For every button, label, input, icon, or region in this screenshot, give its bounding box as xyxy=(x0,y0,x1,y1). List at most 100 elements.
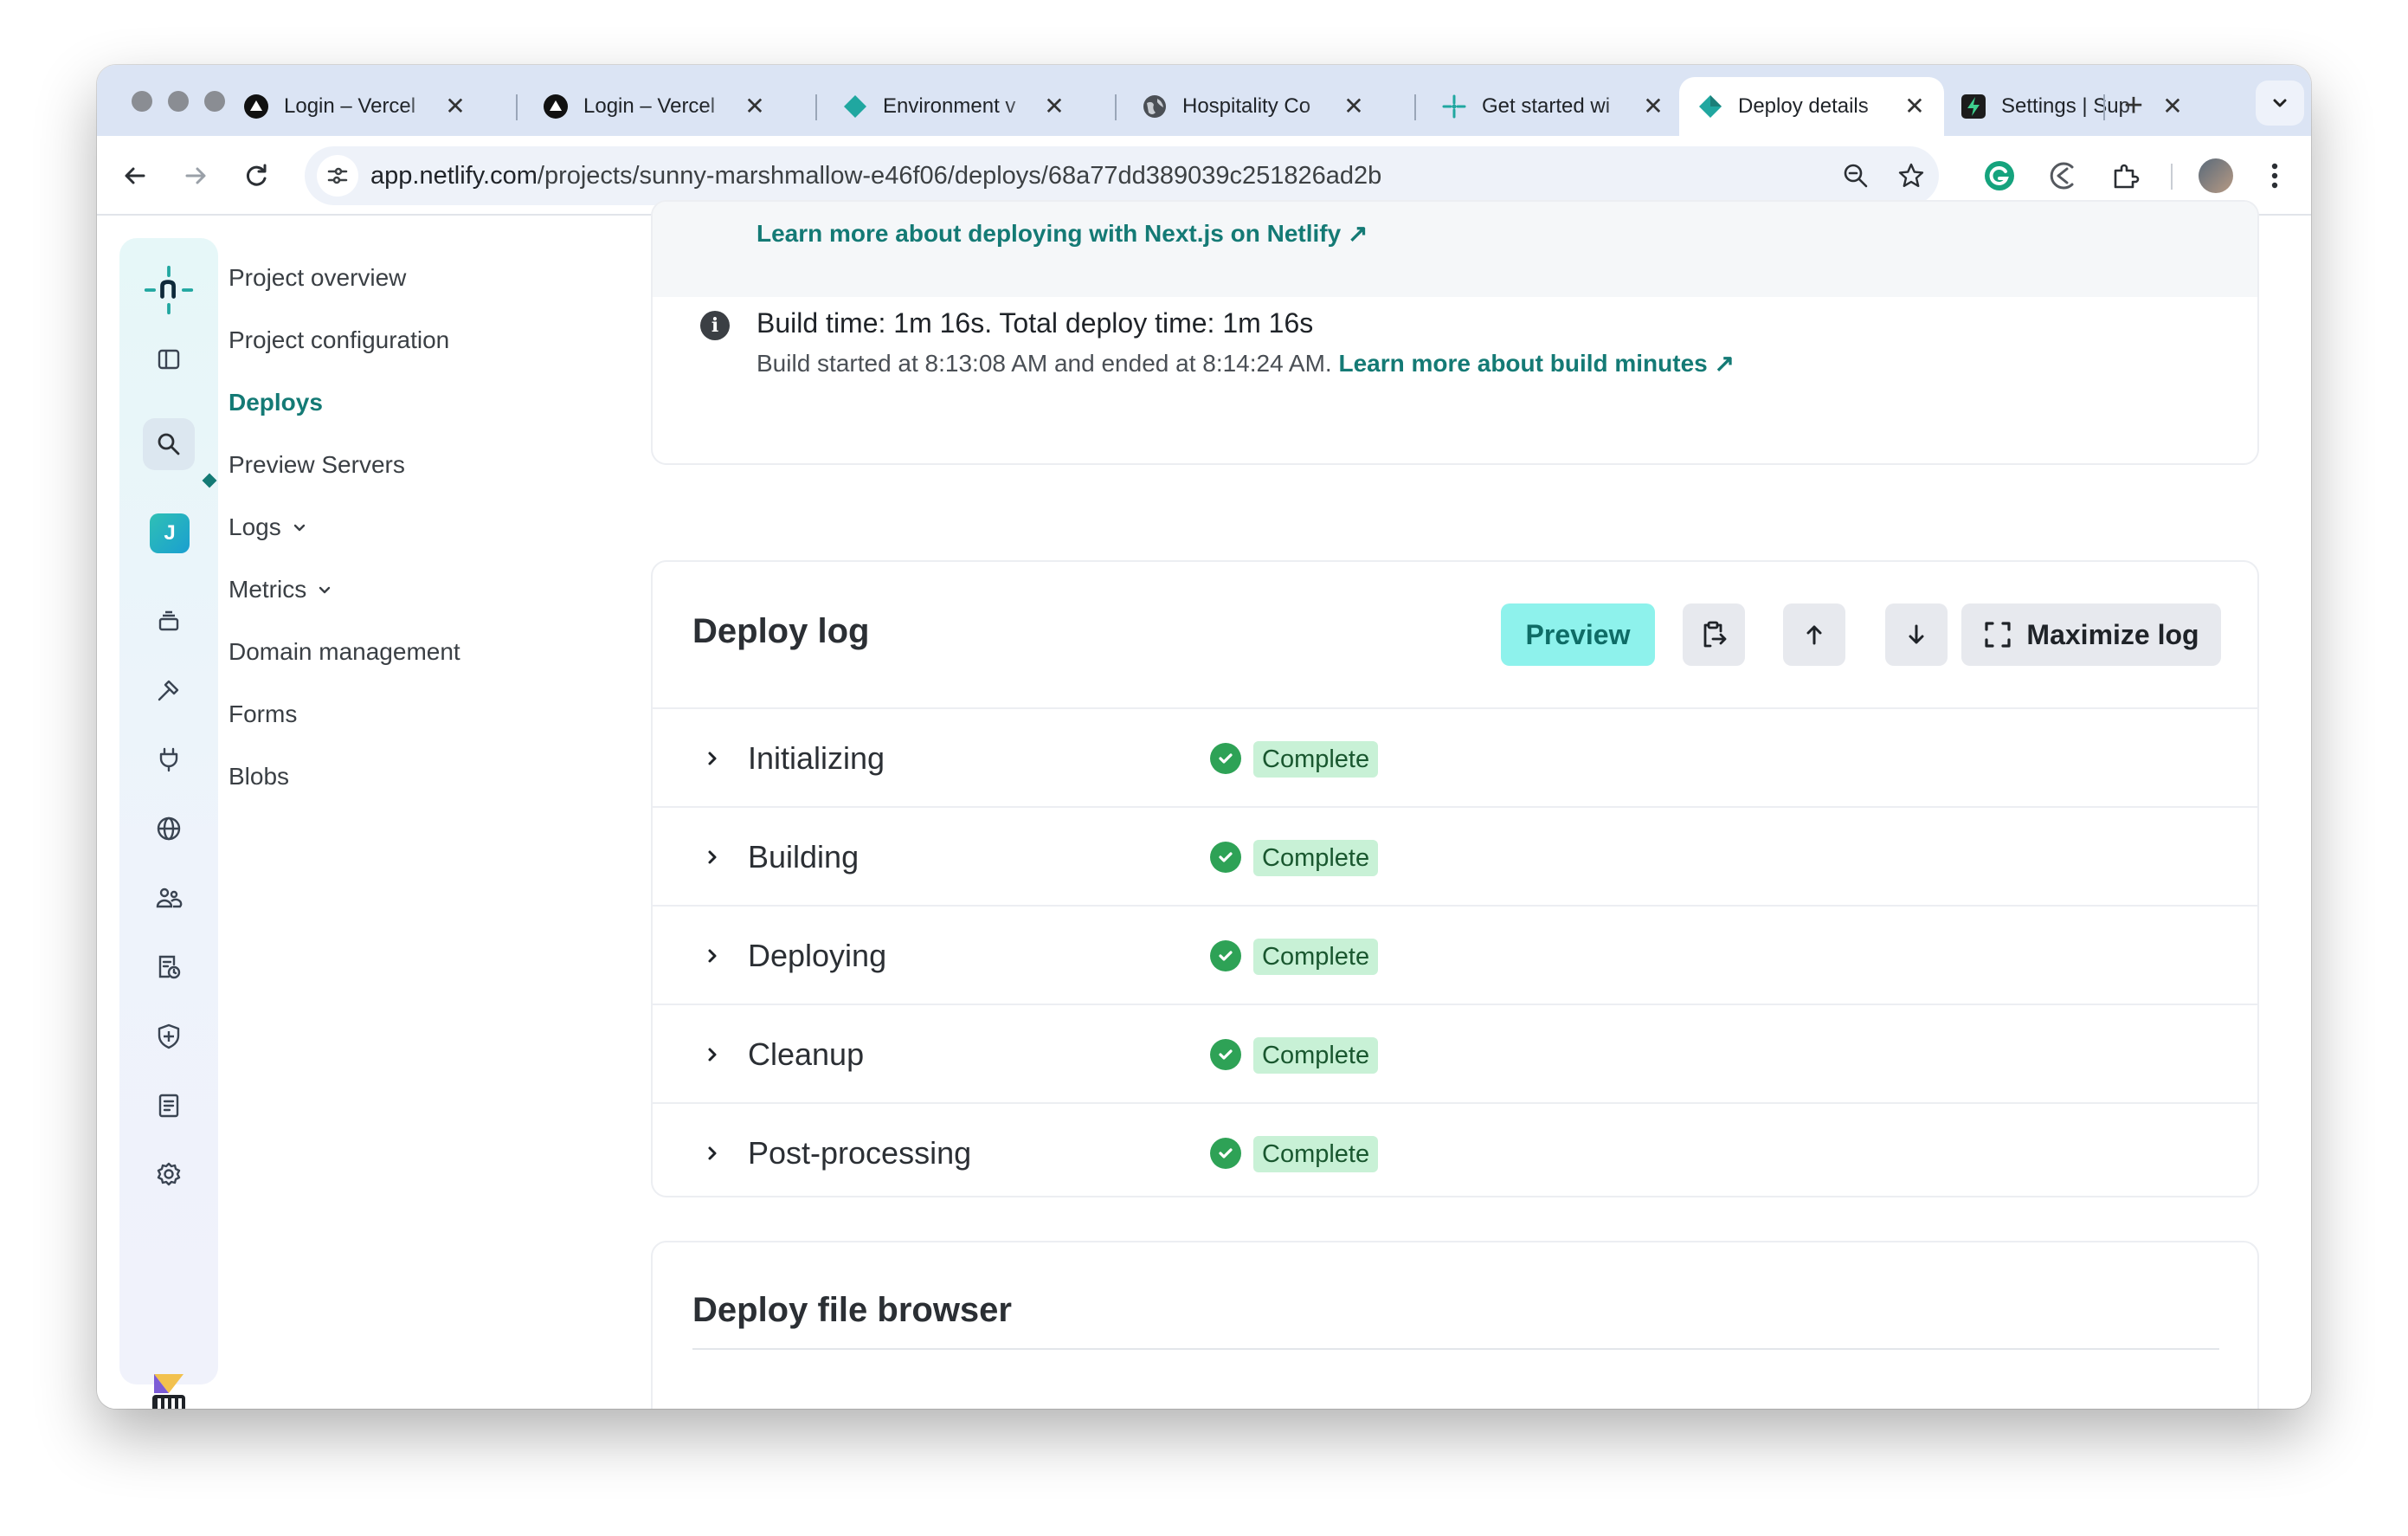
nav-domain-management[interactable]: Domain management xyxy=(229,638,460,666)
check-circle-icon xyxy=(1210,743,1241,774)
nav-label: Logs xyxy=(229,513,281,540)
close-icon[interactable]: ✕ xyxy=(1903,94,1927,119)
tab-title: Environment v xyxy=(883,94,1016,118)
scroll-bottom-button[interactable] xyxy=(1885,603,1948,666)
new-tab-button[interactable]: + xyxy=(2114,87,2154,127)
reload-icon xyxy=(246,164,267,186)
netlify-icon xyxy=(841,93,869,120)
team-members-icon[interactable] xyxy=(143,872,195,924)
back-button[interactable] xyxy=(114,155,156,197)
close-icon[interactable]: ✕ xyxy=(443,94,467,119)
nav-logs[interactable]: Logs xyxy=(229,513,307,541)
tab-deploy-details[interactable]: Deploy details ✕ xyxy=(1679,77,1944,136)
audit-log-icon[interactable] xyxy=(143,1080,195,1132)
scroll-top-button[interactable] xyxy=(1783,603,1845,666)
netlify-sparkle-icon xyxy=(1440,93,1468,120)
tab-settings-supabase[interactable]: Settings | Sup ✕ xyxy=(1942,77,2202,136)
profile-avatar[interactable] xyxy=(2199,158,2233,193)
nextjs-learn-link[interactable]: Learn more about deploying with Next.js … xyxy=(757,219,1368,248)
nav-blobs[interactable]: Blobs xyxy=(229,763,289,791)
panel-toggle-icon[interactable] xyxy=(143,333,195,385)
grammarly-extension[interactable] xyxy=(1979,155,2020,197)
close-icon[interactable]: ✕ xyxy=(2160,94,2185,119)
nav-deploys[interactable]: Deploys xyxy=(229,389,323,416)
close-icon[interactable]: ✕ xyxy=(1042,94,1066,119)
preview-button[interactable]: Preview xyxy=(1501,603,1655,666)
tab-login-vercel-2[interactable]: Login – Vercel ✕ xyxy=(525,77,784,136)
nav-project-configuration[interactable]: Project configuration xyxy=(229,326,449,354)
sidebar-rail: J xyxy=(119,238,218,1384)
search-icon[interactable] xyxy=(143,418,195,470)
close-icon[interactable]: ✕ xyxy=(1641,94,1665,119)
extensions-button[interactable] xyxy=(2105,155,2147,197)
build-time-text: Build time: 1m 16s. Total deploy time: 1… xyxy=(757,307,1314,339)
browser-window: Login – Vercel ✕ Login – Vercel ✕ Enviro… xyxy=(97,65,2311,1409)
grammarly-icon xyxy=(1985,161,2014,190)
zoom-button[interactable] xyxy=(1838,158,1873,193)
nav-label: Project overview xyxy=(229,264,407,291)
copy-log-button[interactable] xyxy=(1683,603,1745,666)
step-name: Building xyxy=(748,839,860,874)
link-text: Learn more about build minutes xyxy=(1338,350,1708,377)
tab-search-button[interactable] xyxy=(2256,81,2304,126)
nav-metrics[interactable]: Metrics xyxy=(229,576,332,603)
nav-label: Forms xyxy=(229,700,298,727)
clipboard-copy-icon xyxy=(1703,621,1727,648)
site-info-button[interactable] xyxy=(317,155,358,197)
maximize-icon xyxy=(1983,620,2012,649)
workspace-logo[interactable] xyxy=(147,1372,190,1409)
deploy-summary-card: Learn more about deploying with Next.js … xyxy=(651,200,2259,465)
tab-separator xyxy=(1115,94,1117,120)
nav-preview-servers[interactable]: Preview Servers xyxy=(229,451,405,479)
step-name: Post-processing xyxy=(748,1135,972,1171)
url-text[interactable]: app.netlify.com/projects/sunny-marshmall… xyxy=(370,162,1381,190)
docs-clock-icon[interactable] xyxy=(143,941,195,993)
globe-icon[interactable] xyxy=(143,803,195,855)
globe-icon xyxy=(1141,93,1169,120)
nav-forms[interactable]: Forms xyxy=(229,700,297,728)
settings-gear-icon[interactable] xyxy=(143,1149,195,1201)
step-name: Deploying xyxy=(748,938,887,973)
arrow-right-icon xyxy=(185,167,206,184)
bookmark-button[interactable] xyxy=(1894,158,1928,193)
check-circle-icon xyxy=(1210,842,1241,873)
close-icon[interactable]: ✕ xyxy=(1342,94,1366,119)
shield-icon[interactable] xyxy=(143,1010,195,1062)
maximize-log-button[interactable]: Maximize log xyxy=(1961,603,2221,666)
clockwise-extension[interactable] xyxy=(2043,155,2084,197)
team-avatar[interactable]: J xyxy=(150,513,190,553)
tab-title: Login – Vercel xyxy=(284,94,416,118)
arrow-left-icon xyxy=(125,167,145,184)
chevron-down-icon xyxy=(292,520,307,535)
log-step-cleanup[interactable]: Cleanup Complete xyxy=(653,1005,2257,1104)
window-controls xyxy=(132,91,225,112)
nav-project-overview[interactable]: Project overview xyxy=(229,264,406,292)
tune-icon xyxy=(327,167,348,184)
forward-button[interactable] xyxy=(175,155,216,197)
close-icon[interactable]: ✕ xyxy=(743,94,767,119)
minimize-window-button[interactable] xyxy=(168,91,189,112)
reload-button[interactable] xyxy=(235,155,277,197)
maximize-label: Maximize log xyxy=(2026,618,2199,650)
log-step-post-processing[interactable]: Post-processing Complete xyxy=(653,1104,2257,1196)
zoom-window-button[interactable] xyxy=(204,91,225,112)
tab-login-vercel-1[interactable]: Login – Vercel ✕ xyxy=(225,77,485,136)
log-step-deploying[interactable]: Deploying Complete xyxy=(653,907,2257,1005)
build-hammer-icon[interactable] xyxy=(143,664,195,716)
address-bar[interactable]: app.netlify.com/projects/sunny-marshmall… xyxy=(305,146,1939,205)
vercel-icon xyxy=(242,93,270,120)
log-step-initializing[interactable]: Initializing Complete xyxy=(653,709,2257,808)
plug-icon[interactable] xyxy=(143,733,195,785)
build-minutes-link[interactable]: Learn more about build minutes ↗ xyxy=(1338,350,1735,377)
build-started-text: Build started at 8:13:08 AM and ended at… xyxy=(757,349,1735,378)
tab-environment[interactable]: Environment v ✕ xyxy=(824,77,1084,136)
log-step-building[interactable]: Building Complete xyxy=(653,808,2257,907)
netlify-logo[interactable] xyxy=(143,264,195,316)
external-link-icon: ↗ xyxy=(1714,350,1735,377)
close-window-button[interactable] xyxy=(132,91,152,112)
tab-hospitality[interactable]: Hospitality Co ✕ xyxy=(1124,77,1383,136)
browser-menu-button[interactable] xyxy=(2254,155,2295,197)
layers-icon[interactable] xyxy=(143,595,195,647)
status-badge: Complete xyxy=(1253,840,1379,876)
tab-get-started[interactable]: Get started wi ✕ xyxy=(1423,77,1683,136)
